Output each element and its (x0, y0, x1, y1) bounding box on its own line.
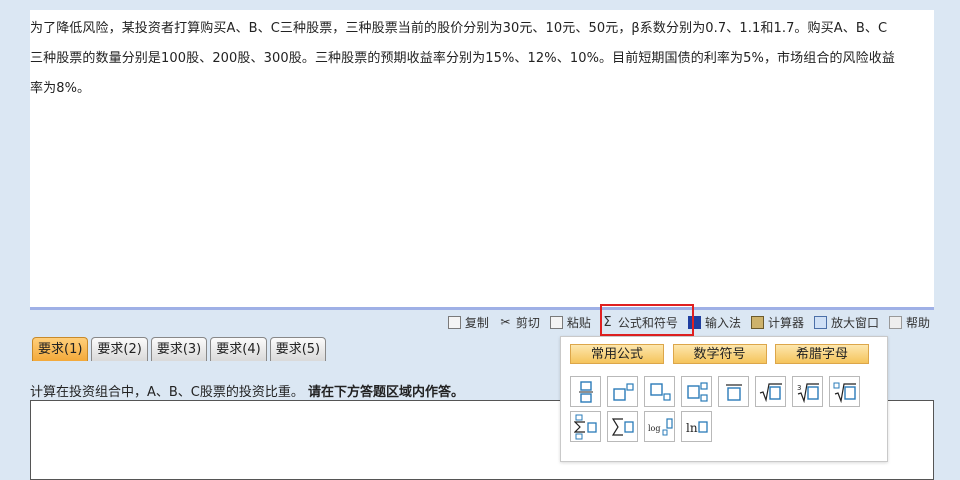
sigma-icon: Σ (603, 314, 612, 330)
copy-button[interactable]: 复制 (447, 314, 489, 331)
overline-icon[interactable] (718, 376, 749, 407)
tab-requirement-1[interactable]: 要求(1) (32, 337, 89, 361)
enlarge-label: 放大窗口 (830, 315, 879, 330)
formula-symbols-button[interactable]: Σ 公式和符号 (601, 314, 678, 331)
scissors-icon: ✂ (500, 314, 511, 329)
formula-label: 公式和符号 (617, 315, 678, 330)
cut-label: 剪切 (515, 315, 540, 330)
requirement-tabs: 要求(1) 要求(2) 要求(3) 要求(4) 要求(5) (32, 337, 327, 361)
instruction-bold: 请在下方答题区域内作答。 (308, 385, 465, 400)
input-method-icon (687, 315, 701, 329)
square-root-icon[interactable] (755, 376, 786, 407)
editor-toolbar: 复制 ✂ 剪切 粘贴 Σ 公式和符号 输入法 计算器 放大窗口 帮助 (447, 312, 930, 332)
formula-row: log ln (570, 411, 887, 442)
question-line: 为了降低风险，某投资者打算购买A、B、C三种股票，三种股票当前的股价分别为30元… (30, 21, 888, 36)
fraction-icon[interactable] (570, 376, 601, 407)
tab-greek-letters[interactable]: 希腊字母 (775, 344, 869, 364)
question-line: 率为8%。 (30, 81, 91, 96)
enlarge-window-button[interactable]: 放大窗口 (813, 314, 879, 331)
nth-root-icon[interactable] (829, 376, 860, 407)
question-line: 三种股票的数量分别是100股、200股、300股。三种股票的预期收益率分别为15… (30, 51, 895, 66)
cut-button[interactable]: ✂ 剪切 (499, 314, 540, 331)
tab-requirement-5[interactable]: 要求(5) (269, 337, 327, 361)
copy-icon (447, 315, 461, 329)
calculator-icon (750, 315, 764, 329)
requirement-instruction: 计算在投资组合中，A、B、C股票的投资比重。 请在下方答题区域内作答。 (30, 381, 464, 400)
calculator-button[interactable]: 计算器 (750, 314, 804, 331)
tab-requirement-3[interactable]: 要求(3) (150, 337, 208, 361)
calculator-label: 计算器 (767, 315, 804, 330)
question-text-area: 为了降低风险，某投资者打算购买A、B、C三种股票，三种股票当前的股价分别为30元… (30, 10, 934, 310)
paste-label: 粘贴 (566, 315, 591, 330)
logarithm-icon[interactable]: log (644, 411, 675, 442)
subscript-icon[interactable] (644, 376, 675, 407)
help-label: 帮助 (905, 315, 930, 330)
paste-icon (549, 315, 563, 329)
help-icon (888, 315, 902, 329)
summation-limits-icon[interactable] (570, 411, 601, 442)
superscript-icon[interactable] (607, 376, 638, 407)
formula-panel-tabs: 常用公式 数学符号 希腊字母 (570, 344, 869, 366)
enlarge-icon (813, 315, 827, 329)
ln-label: ln (686, 421, 698, 435)
formula-panel: 常用公式 数学符号 希腊字母 3 log ln (560, 336, 888, 462)
natural-log-icon[interactable]: ln (681, 411, 712, 442)
tab-common-formulas[interactable]: 常用公式 (570, 344, 664, 364)
sub-superscript-icon[interactable] (681, 376, 712, 407)
svg-text:3: 3 (797, 384, 801, 392)
summation-icon[interactable] (607, 411, 638, 442)
tab-requirement-2[interactable]: 要求(2) (91, 337, 148, 361)
cube-root-icon[interactable]: 3 (792, 376, 823, 407)
input-method-label: 输入法 (704, 315, 741, 330)
log-label: log (648, 424, 661, 433)
tab-requirement-4[interactable]: 要求(4) (210, 337, 267, 361)
tab-math-symbols[interactable]: 数学符号 (672, 344, 767, 364)
formula-row: 3 (570, 376, 887, 407)
help-button[interactable]: 帮助 (888, 314, 930, 331)
copy-label: 复制 (464, 315, 489, 330)
input-method-button[interactable]: 输入法 (687, 314, 741, 331)
paste-button[interactable]: 粘贴 (549, 314, 591, 331)
instruction-text: 计算在投资组合中，A、B、C股票的投资比重。 (30, 385, 304, 400)
